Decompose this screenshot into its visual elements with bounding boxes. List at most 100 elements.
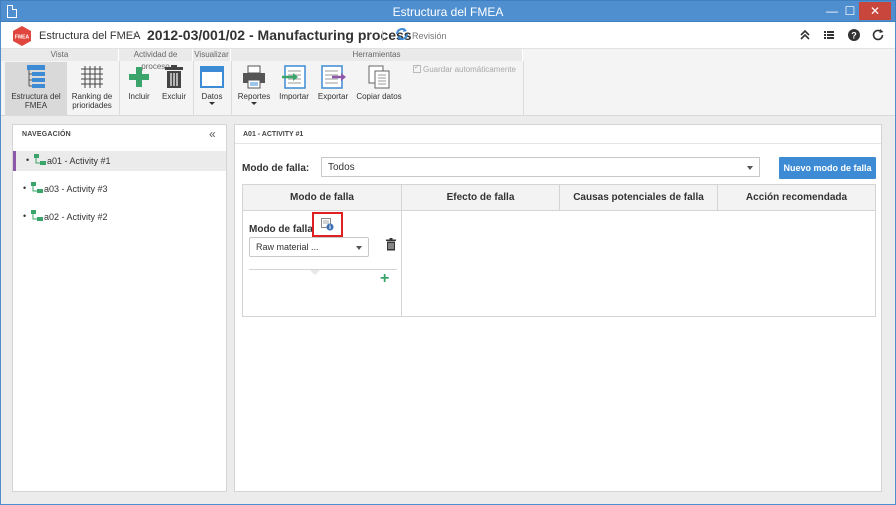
fmea-table: Modo de falla Efecto de falla Causas pot…	[242, 184, 876, 317]
nav-item-label: a03 - Activity #3	[44, 184, 108, 194]
revision-label[interactable]: Revisión	[412, 31, 447, 41]
main-panel: A01 - ACTIVITY #1 Modo de falla: Todos N…	[234, 124, 882, 492]
group-divider	[231, 61, 232, 116]
nav-item-a03[interactable]: • a03 - Activity #3	[13, 179, 226, 199]
trash-icon	[165, 65, 183, 88]
help-icon[interactable]: ?	[847, 28, 861, 42]
record-title: 2012-03/001/02 - Manufacturing process	[147, 27, 412, 43]
excluir-button[interactable]: Excluir	[157, 62, 191, 116]
import-icon	[282, 65, 306, 89]
plus-icon	[129, 67, 149, 87]
autosave-checkbox[interactable]: Guardar automáticamente	[413, 63, 516, 74]
bullet-icon: •	[26, 155, 30, 165]
breadcrumb-parent[interactable]: Estructura del FMEA	[39, 30, 140, 42]
group-visualizar: Visualizar	[193, 49, 231, 61]
dropdown-caret-icon	[209, 102, 215, 105]
logo-text: FMEA	[15, 35, 30, 41]
estructura-fmea-button[interactable]: Estructura del FMEA	[5, 62, 67, 116]
incluir-label: Incluir	[128, 92, 150, 101]
group-vista: Vista	[1, 49, 119, 61]
add-cause-plus-icon[interactable]: +	[380, 271, 389, 287]
chevron-down-icon	[747, 166, 753, 170]
activity-tree-icon	[31, 182, 43, 193]
breadcrumb-separator-icon: ›	[133, 28, 137, 42]
window-data-icon	[200, 66, 224, 88]
chevron-down-icon	[356, 246, 362, 250]
failure-mode-selected-value: Raw material ...	[256, 242, 319, 252]
excluir-label: Excluir	[161, 92, 186, 101]
estructura-label-1: Estructura del	[11, 92, 61, 101]
new-failure-mode-button[interactable]: Nuevo modo de falla	[779, 157, 876, 179]
ranking-label-1: Ranking de	[71, 92, 113, 101]
delete-failure-mode-trash-icon[interactable]	[385, 238, 397, 251]
refresh-icon[interactable]	[871, 28, 885, 42]
maximize-button[interactable]: ☐	[841, 2, 859, 20]
group-divider	[193, 61, 194, 116]
column-divider	[401, 211, 402, 317]
datos-dropdown-button[interactable]: Datos	[195, 62, 229, 116]
notch-indicator	[310, 270, 320, 275]
filter-selected-value: Todos	[328, 162, 355, 173]
export-icon	[321, 65, 346, 89]
window-titlebar: Estructura del FMEA — ☐ ✕	[0, 0, 896, 22]
column-header-failure-mode: Modo de falla	[243, 185, 402, 211]
exportar-label: Exportar	[317, 92, 349, 101]
nav-item-a01[interactable]: • a01 - Activity #1	[13, 151, 226, 171]
autosave-label: Guardar automáticamente	[423, 65, 516, 74]
importar-label: Importar	[279, 92, 309, 101]
ranking-prioridades-button[interactable]: Ranking de prioridades	[67, 62, 117, 116]
exportar-button[interactable]: Exportar	[315, 62, 351, 116]
failure-mode-cell-label: Modo de falla	[249, 224, 313, 235]
ranking-label-2: prioridades	[72, 101, 112, 110]
copiar-label: Copiar datos	[356, 92, 402, 101]
navigation-panel: NAVEGACIÓN « • a01 - Activity #1 • a03 -…	[12, 124, 227, 492]
reportes-dropdown-button[interactable]: Reportes	[235, 62, 273, 116]
nav-item-label: a01 - Activity #1	[47, 156, 111, 166]
column-header-recommended-action: Acción recomendada	[718, 185, 875, 211]
structure-tree-icon	[27, 65, 45, 88]
reportes-label: Reportes	[237, 92, 271, 101]
activity-tree-icon	[34, 154, 46, 165]
nav-item-label: a02 - Activity #2	[44, 212, 108, 222]
dropdown-caret-icon	[251, 102, 257, 105]
failure-mode-filter-label: Modo de falla:	[242, 163, 310, 174]
nav-item-a02[interactable]: • a02 - Activity #2	[13, 207, 226, 227]
fmea-logo-icon: FMEA	[13, 26, 31, 46]
printer-icon	[243, 65, 265, 89]
column-header-failure-effect: Efecto de falla	[402, 185, 560, 211]
divider	[235, 143, 881, 144]
incluir-button[interactable]: Incluir	[123, 62, 155, 116]
group-actividad: Actividad de proceso	[119, 49, 193, 71]
main-breadcrumb: A01 - ACTIVITY #1	[243, 131, 304, 138]
navigation-title: NAVEGACIÓN	[22, 131, 71, 138]
column-header-potential-causes: Causas potenciales de falla	[560, 185, 718, 211]
grid-icon	[81, 66, 103, 88]
close-button[interactable]: ✕	[859, 2, 891, 20]
group-herramientas: Herramientas	[231, 49, 523, 61]
copiar-datos-button[interactable]: Copiar datos	[354, 62, 404, 116]
window-title: Estructura del FMEA	[392, 5, 504, 19]
svg-text:?: ?	[851, 31, 857, 41]
divider	[249, 269, 397, 270]
ribbon-toolbar: Vista Actividad de proceso Visualizar He…	[1, 48, 895, 116]
checkbox-icon	[413, 63, 421, 73]
minimize-button[interactable]: —	[823, 2, 841, 20]
activity-tree-icon	[31, 210, 43, 221]
failure-mode-select[interactable]: Raw material ...	[249, 237, 369, 257]
header-divider	[382, 31, 383, 41]
importar-button[interactable]: Importar	[277, 62, 311, 116]
collapse-up-icon[interactable]	[798, 28, 812, 42]
failure-mode-filter-select[interactable]: Todos	[321, 157, 760, 177]
bullet-icon: •	[23, 211, 27, 221]
bullet-icon: •	[23, 183, 27, 193]
collapse-panel-icon[interactable]: «	[209, 127, 216, 141]
failure-mode-info-button[interactable]	[312, 212, 343, 237]
revision-icon[interactable]	[394, 26, 410, 42]
list-icon[interactable]	[822, 28, 836, 42]
group-divider	[119, 61, 120, 116]
datos-label: Datos	[201, 92, 223, 101]
estructura-label-2: FMEA	[24, 101, 48, 110]
copy-icon	[368, 65, 390, 89]
page-header: FMEA Estructura del FMEA › 2012-03/001/0…	[1, 22, 895, 48]
group-divider	[523, 61, 524, 116]
